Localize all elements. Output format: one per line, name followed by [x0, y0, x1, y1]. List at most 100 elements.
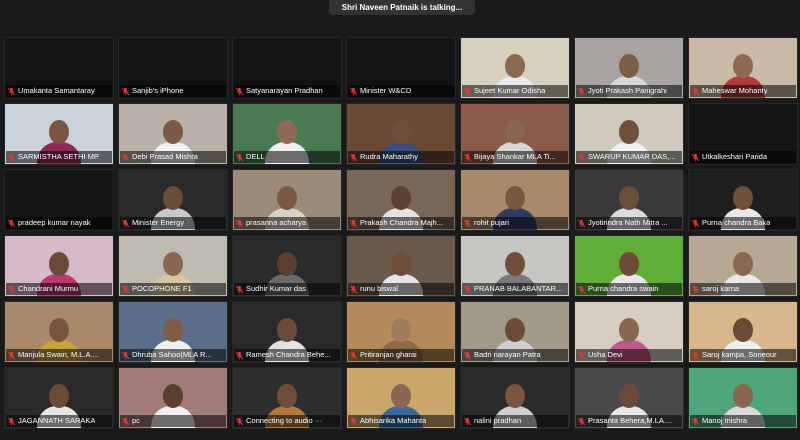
active-speaker-banner: Shri Naveen Patnaik is talking... [329, 0, 475, 15]
participant-name-bar: nalini pradhan [462, 415, 568, 427]
muted-microphone-icon [463, 351, 472, 360]
muted-microphone-icon [463, 87, 472, 96]
muted-microphone-icon [7, 87, 16, 96]
participant-tile[interactable]: Sujeet Kumar Odisha [460, 37, 570, 99]
participant-tile[interactable]: Prasanta Behera,M.LA.... [574, 367, 684, 429]
muted-microphone-icon [121, 351, 130, 360]
muted-microphone-icon [463, 417, 472, 426]
participant-tile[interactable]: Chandrani Murmu [4, 235, 114, 297]
participant-tile[interactable]: DELL [232, 103, 342, 165]
participant-tile[interactable]: Umakanta Samantaray [4, 37, 114, 99]
muted-microphone-icon [577, 153, 586, 162]
muted-microphone-icon [235, 87, 244, 96]
participant-name: prasanna acharya [246, 218, 307, 227]
participant-name-bar: Usha Devi [576, 349, 682, 361]
participant-tile[interactable]: Manoj mishra [688, 367, 798, 429]
participant-tile[interactable]: Debi Prasad Mishra [118, 103, 228, 165]
participant-tile[interactable]: Prakash Chandra Majh... [346, 169, 456, 231]
participant-name: Minister Energy [132, 218, 185, 227]
participant-tile[interactable]: Saroj kampa, Soneour [688, 301, 798, 363]
participant-name-bar: pradeep kumar nayak [6, 217, 112, 229]
participant-name: Manoj mishra [702, 416, 748, 425]
muted-microphone-icon [349, 87, 358, 96]
participant-name-bar: JAGANNATH SARAKA [6, 415, 112, 427]
muted-microphone-icon [349, 219, 358, 228]
participant-tile[interactable]: Purna chandra Baka [688, 169, 798, 231]
participant-name-bar: Sudhir Kumar das [234, 283, 340, 295]
participant-tile[interactable]: Purna chandra swain [574, 235, 684, 297]
participant-tile[interactable]: Abhisarika Mahanta [346, 367, 456, 429]
participant-tile[interactable]: Sudhir Kumar das [232, 235, 342, 297]
participant-tile[interactable]: Minister Energy [118, 169, 228, 231]
participant-tile[interactable]: runu biswal [346, 235, 456, 297]
participant-tile[interactable]: Usha Devi [574, 301, 684, 363]
muted-microphone-icon [349, 285, 358, 294]
participant-tile[interactable]: rohit pujari [460, 169, 570, 231]
muted-microphone-icon [577, 351, 586, 360]
participant-tile[interactable]: Pritiranjan gharai [346, 301, 456, 363]
participant-name: POCOPHONE F1 [132, 284, 192, 293]
participant-tile[interactable]: Ramesh Chandra Behe... [232, 301, 342, 363]
muted-microphone-icon [691, 351, 700, 360]
muted-microphone-icon [577, 87, 586, 96]
participant-name-bar: PRANAB BALABANTAR... [462, 283, 568, 295]
participant-name: Manjula Swain, M.L.A.... [18, 350, 99, 359]
participant-name-bar: Manoj mishra [690, 415, 796, 427]
participant-tile[interactable]: Satyanarayan Pradhan [232, 37, 342, 99]
participant-name: Sudhir Kumar das [246, 284, 307, 293]
participant-tile[interactable]: Jyotirindra Nath Mitra ... [574, 169, 684, 231]
participant-tile[interactable]: Utkalkeshari Parida [688, 103, 798, 165]
participant-tile[interactable]: PRANAB BALABANTAR... [460, 235, 570, 297]
participant-tile[interactable]: Bijaya Shankar MLA Ti... [460, 103, 570, 165]
participant-tile[interactable]: pc [118, 367, 228, 429]
participant-tile[interactable]: nalini pradhan [460, 367, 570, 429]
participant-name: SARMISTHA SETHI MP [18, 152, 99, 161]
participant-name: Satyanarayan Pradhan [246, 86, 323, 95]
participant-name-bar: Ramesh Chandra Behe... [234, 349, 340, 361]
participant-tile[interactable]: Manjula Swain, M.L.A.... [4, 301, 114, 363]
muted-microphone-icon [463, 285, 472, 294]
muted-microphone-icon [691, 153, 700, 162]
participant-tile[interactable]: Badri narayan Patra [460, 301, 570, 363]
muted-microphone-icon [121, 87, 130, 96]
participant-tile[interactable]: Sanjib's iPhone [118, 37, 228, 99]
participant-name-bar: prasanna acharya [234, 217, 340, 229]
muted-microphone-icon [577, 219, 586, 228]
participant-tile[interactable]: SARMISTHA SETHI MP [4, 103, 114, 165]
participant-tile[interactable]: Rudra Maharathy [346, 103, 456, 165]
participant-name-bar: Minister W&CD [348, 85, 454, 97]
participant-tile[interactable]: Dhruba Sahoo(MLA R... [118, 301, 228, 363]
muted-microphone-icon [7, 417, 16, 426]
participant-name: Ramesh Chandra Behe... [246, 350, 331, 359]
participant-tile[interactable]: JAGANNATH SARAKA [4, 367, 114, 429]
participant-name-bar: saroj karna [690, 283, 796, 295]
participant-name-bar: Badri narayan Patra [462, 349, 568, 361]
participant-tile[interactable]: Connecting to audio ··· [232, 367, 342, 429]
muted-microphone-icon [691, 87, 700, 96]
participant-tile[interactable]: Maheswar Mohanty [688, 37, 798, 99]
participant-tile[interactable]: SWARUP KUMAR DAS,... [574, 103, 684, 165]
participant-tile[interactable]: saroj karna [688, 235, 798, 297]
participant-name-bar: Jyotirindra Nath Mitra ... [576, 217, 682, 229]
participant-tile[interactable]: prasanna acharya [232, 169, 342, 231]
muted-microphone-icon [691, 417, 700, 426]
participant-name-bar: Prakash Chandra Majh... [348, 217, 454, 229]
muted-microphone-icon [121, 219, 130, 228]
participant-name: nalini pradhan [474, 416, 522, 425]
participant-name-bar: Maheswar Mohanty [690, 85, 796, 97]
participant-tile[interactable]: pradeep kumar nayak [4, 169, 114, 231]
participant-tile[interactable]: Jyoti Prakash Panigrahi [574, 37, 684, 99]
participant-tile[interactable]: Minister W&CD [346, 37, 456, 99]
participant-name: Prakash Chandra Majh... [360, 218, 443, 227]
participant-name-bar: Dhruba Sahoo(MLA R... [120, 349, 226, 361]
participant-name-bar: runu biswal [348, 283, 454, 295]
participant-name-bar: Manjula Swain, M.L.A.... [6, 349, 112, 361]
participant-name: Debi Prasad Mishra [132, 152, 198, 161]
participant-name-bar: Purna chandra swain [576, 283, 682, 295]
participant-name: Bijaya Shankar MLA Ti... [474, 152, 556, 161]
participant-name: Badri narayan Patra [474, 350, 541, 359]
participant-name: Connecting to audio ··· [246, 416, 323, 425]
participant-name-bar: Purna chandra Baka [690, 217, 796, 229]
participant-tile[interactable]: POCOPHONE F1 [118, 235, 228, 297]
participant-name: rohit pujari [474, 218, 510, 227]
